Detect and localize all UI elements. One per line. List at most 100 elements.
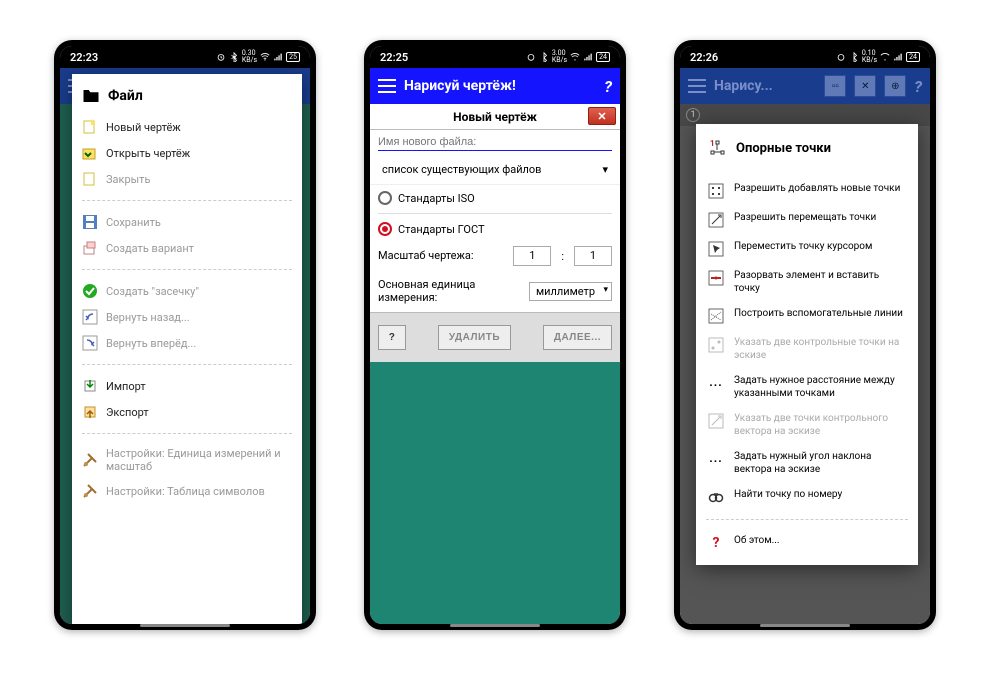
wifi-icon [260,52,270,62]
svg-text:1: 1 [710,139,715,148]
menu-icon[interactable] [688,79,706,93]
save-icon [82,214,98,230]
scale-numerator-input[interactable]: 1 [513,246,551,266]
phone-screenshot-3: 22:26 0.10KB/s 24 Нарису... ▫▫ ✕ ⊕ ? [674,40,936,630]
data-rate: 0.10KB/s [862,50,877,64]
menu-import[interactable]: Импорт [72,373,302,399]
menu-divider [82,433,292,434]
alarm-icon [216,52,226,62]
menu-allow-add-points[interactable]: Разрешить добавлять новые точки [696,176,918,205]
menu-export[interactable]: Экспорт [72,399,302,425]
data-rate: 0.30KB/s [242,50,257,64]
status-bar: 22:23 0.30KB/s 25 [60,46,310,68]
menu-set-angle[interactable]: ... Задать нужный угол наклона вектора н… [696,444,918,482]
battery-indicator: 24 [596,52,610,62]
variant-icon [82,240,98,256]
battery-indicator: 24 [906,52,920,62]
menu-about[interactable]: ? Об этом... [696,528,918,557]
wifi-icon [570,52,580,62]
app-title: Нарису... [714,78,816,94]
signal-icon [893,52,903,62]
step-indicator-1: 1 [686,108,700,122]
ellipsis-icon: ... [708,375,724,391]
sub-toolbar: 1 [680,104,930,126]
status-time: 22:26 [690,51,718,64]
vector-icon [708,413,724,429]
menu-icon[interactable] [378,79,396,93]
menu-open-drawing[interactable]: Открыть чертёж [72,140,302,166]
menu-divider [82,269,292,270]
radio-selected-icon [378,222,392,236]
bluetooth-icon [229,52,239,62]
close-icon[interactable]: ✕ [588,107,616,125]
toolbar-tools-icon[interactable]: ✕ [854,75,876,97]
check-icon [82,283,98,299]
radio-iso[interactable]: Стандарты ISO [370,185,620,211]
menu-close-drawing: Закрыть [72,166,302,192]
reference-points-popup: 1 Опорные точки Разрешить добавлять новы… [696,124,918,565]
bluetooth-icon [849,52,859,62]
delete-button[interactable]: УДАЛИТЬ [438,325,511,350]
filename-input[interactable] [378,134,612,151]
menu-move-with-cursor[interactable]: Переместить точку курсором [696,234,918,263]
menu-save: Сохранить [72,209,302,235]
new-doc-icon [82,119,98,135]
help-button[interactable]: ? [604,77,612,96]
menu-two-control-points: Указать две контрольные точки на эскизе [696,330,918,368]
menu-divider [82,364,292,365]
close-doc-icon [82,171,98,187]
phone-screenshot-2: 22:25 3.00KB/s 24 Нарисуй чертёж! ? Новы… [364,40,626,630]
status-time: 22:23 [70,51,98,64]
status-bar: 22:25 3.00KB/s 24 [370,46,620,68]
menu-divider [82,200,292,201]
menu-new-drawing[interactable]: Новый чертёж [72,114,302,140]
lines-icon [708,308,724,324]
alarm-icon [526,52,536,62]
toolbar-points-icon[interactable]: ▫▫ [824,75,846,97]
undo-icon [82,309,98,325]
radio-gost[interactable]: Стандарты ГОСТ [370,216,620,242]
data-rate: 3.00KB/s [552,50,567,64]
tools-icon [82,483,98,499]
unit-row: Основная единица измерения: миллиметр [370,270,620,312]
folder-icon [82,88,100,104]
signal-icon [583,52,593,62]
home-indicator[interactable] [450,624,540,627]
menu-set-distance[interactable]: ... Задать нужное расстояние между указа… [696,368,918,406]
status-time: 22:25 [380,51,408,64]
menu-find-point[interactable]: Найти точку по номеру [696,482,918,511]
phone-screenshot-1: 22:23 0.30KB/s 25 ? Файл [54,40,316,630]
existing-files-dropdown[interactable]: список существующих файлов ▾ [370,155,620,185]
wifi-icon [880,52,890,62]
menu-allow-move-points[interactable]: Разрешить перемещать точки [696,205,918,234]
scale-denominator-input[interactable]: 1 [574,246,612,266]
menu-undo: Вернуть назад... [72,304,302,330]
menu-build-helper-lines[interactable]: Построить вспомогательные линии [696,301,918,330]
file-menu-popup: Файл Новый чертёж Открыть чертёж Закрыть [72,74,302,624]
dialog-title-bar: Новый чертёж ✕ [370,104,620,130]
home-indicator[interactable] [140,624,230,627]
question-icon: ? [708,535,724,551]
menu-redo: Вернуть вперёд... [72,330,302,356]
status-bar: 22:26 0.10KB/s 24 [680,46,930,68]
help-button[interactable]: ? [378,325,406,350]
battery-indicator: 25 [286,52,300,62]
next-button[interactable]: ДАЛЕЕ... [543,325,612,350]
home-indicator[interactable] [760,624,850,627]
menu-settings-units: Настройки: Единица измерений и масштаб [72,442,302,478]
scale-row: Масштаб чертежа: 1 : 1 [370,242,620,270]
import-icon [82,378,98,394]
chevron-down-icon: ▾ [602,163,608,176]
menu-header: 1 Опорные точки [696,132,918,168]
app-title: Нарисуй чертёж! [404,78,596,94]
redo-icon [82,335,98,351]
toolbar-zoom-icon[interactable]: ⊕ [884,75,906,97]
new-drawing-dialog: Новый чертёж ✕ список существующих файло… [370,104,620,362]
menu-create-snapshot: Создать "засечку" [72,278,302,304]
menu-create-variant: Создать вариант [72,235,302,261]
help-button[interactable]: ? [914,77,922,96]
unit-select[interactable]: миллиметр [529,282,612,301]
binoculars-icon [708,489,724,505]
menu-break-element[interactable]: Разорвать элемент и вставить точку [696,263,918,301]
two-points-icon [708,337,724,353]
